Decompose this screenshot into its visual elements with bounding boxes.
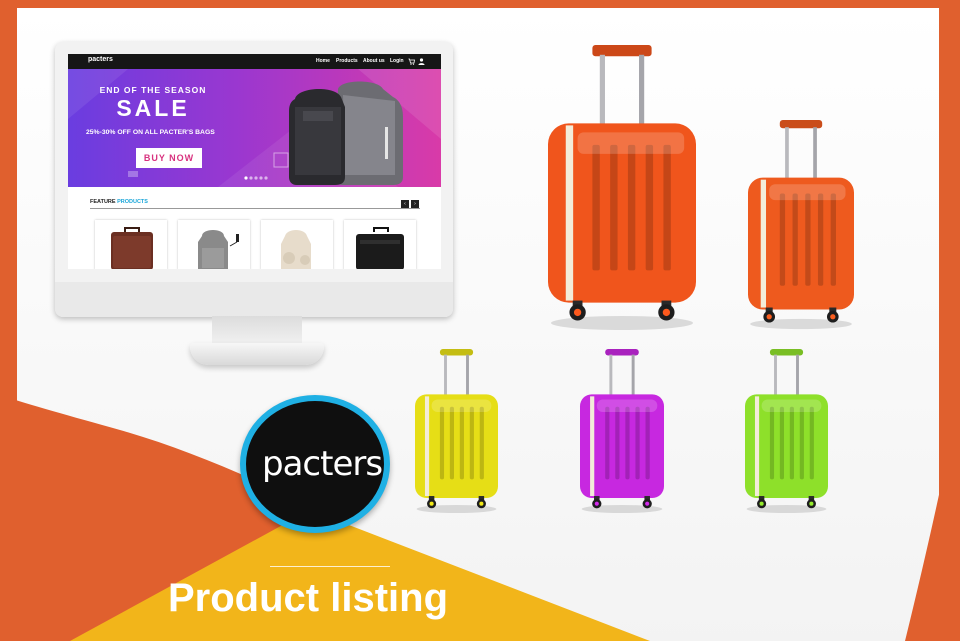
suitcase-rib (645, 144, 654, 271)
suitcase-wheel-hub (766, 314, 772, 320)
caption-rule (270, 566, 390, 567)
suitcase-wheel-hub (662, 308, 671, 317)
suitcase-handle-grip (592, 45, 652, 57)
suitcase-rib (439, 406, 445, 480)
suitcase-zipper (590, 396, 595, 497)
suitcase-rib (625, 406, 630, 480)
suitcase-rib (830, 193, 836, 286)
suitcase-rib (605, 406, 610, 480)
suitcase-rib (469, 406, 474, 480)
suitcase-wheel-hub (429, 501, 434, 506)
suitcase-rod (599, 54, 605, 134)
suitcase-wheel-hub (645, 501, 650, 506)
suitcase-handle-grip (769, 349, 804, 356)
suitcase-wheel-hub (573, 308, 582, 317)
suitcase-highlight (761, 399, 822, 412)
suitcase-rib (627, 144, 636, 271)
caption-label: Product listing (168, 576, 448, 620)
suitcase-rib (809, 406, 814, 480)
suitcase-rib (779, 406, 785, 480)
suitcase-rib (779, 193, 786, 286)
suitcase-highlight (769, 184, 846, 201)
suitcase-highlight (577, 132, 685, 154)
suitcase-handle-grip (779, 120, 823, 129)
suitcase-wheel-hub (479, 501, 484, 506)
suitcase-rod (785, 127, 789, 185)
suitcase-highlight (596, 399, 658, 412)
suitcase-rib (635, 406, 640, 480)
suitcase-wheel-hub (594, 501, 599, 506)
suitcase-5 (745, 349, 828, 514)
suitcase-rod (774, 354, 777, 401)
suitcase-rib (799, 406, 804, 480)
suitcase-rib (769, 406, 775, 480)
suitcase-wheel-hub (809, 501, 814, 506)
suitcase-rib (789, 406, 794, 480)
suitcase-rib (663, 144, 671, 271)
suitcase-wheel-hub (759, 501, 764, 506)
suitcase-rod (639, 54, 645, 134)
suitcase-group (415, 45, 854, 514)
brand-logo: pacters (262, 444, 383, 484)
suitcase-rib (645, 406, 650, 480)
suitcase-rib (615, 406, 620, 480)
suitcase-handle-grip (439, 349, 474, 356)
suitcase-rod (466, 354, 469, 401)
suitcase-rib (479, 406, 484, 480)
suitcase-rib (610, 144, 618, 271)
suitcase-2 (748, 120, 854, 330)
suitcase-rib (459, 406, 464, 480)
suitcase-rib (792, 193, 798, 286)
suitcase-rib (817, 193, 824, 286)
suitcase-rod (796, 354, 799, 401)
suitcase-4 (580, 349, 664, 514)
suitcase-zipper (565, 125, 574, 301)
suitcase-zipper (760, 179, 767, 308)
suitcase-highlight (431, 399, 492, 412)
suitcase-zipper (754, 396, 760, 497)
suitcase-3 (415, 349, 498, 514)
suitcase-handle-grip (605, 349, 639, 356)
suitcase-rod (444, 354, 447, 401)
suitcase-rod (813, 127, 817, 185)
suitcase-rib (805, 193, 811, 286)
suitcase-rib (449, 406, 455, 480)
suitcase-rod (609, 354, 613, 401)
suitcase-rib (592, 144, 600, 271)
suitcase-rod (631, 354, 635, 401)
suitcase-wheel-hub (830, 314, 836, 320)
suitcase-zipper (424, 396, 430, 497)
promo-banner: pacters Home Products About us Login END… (0, 0, 960, 641)
suitcase-1 (548, 45, 696, 330)
